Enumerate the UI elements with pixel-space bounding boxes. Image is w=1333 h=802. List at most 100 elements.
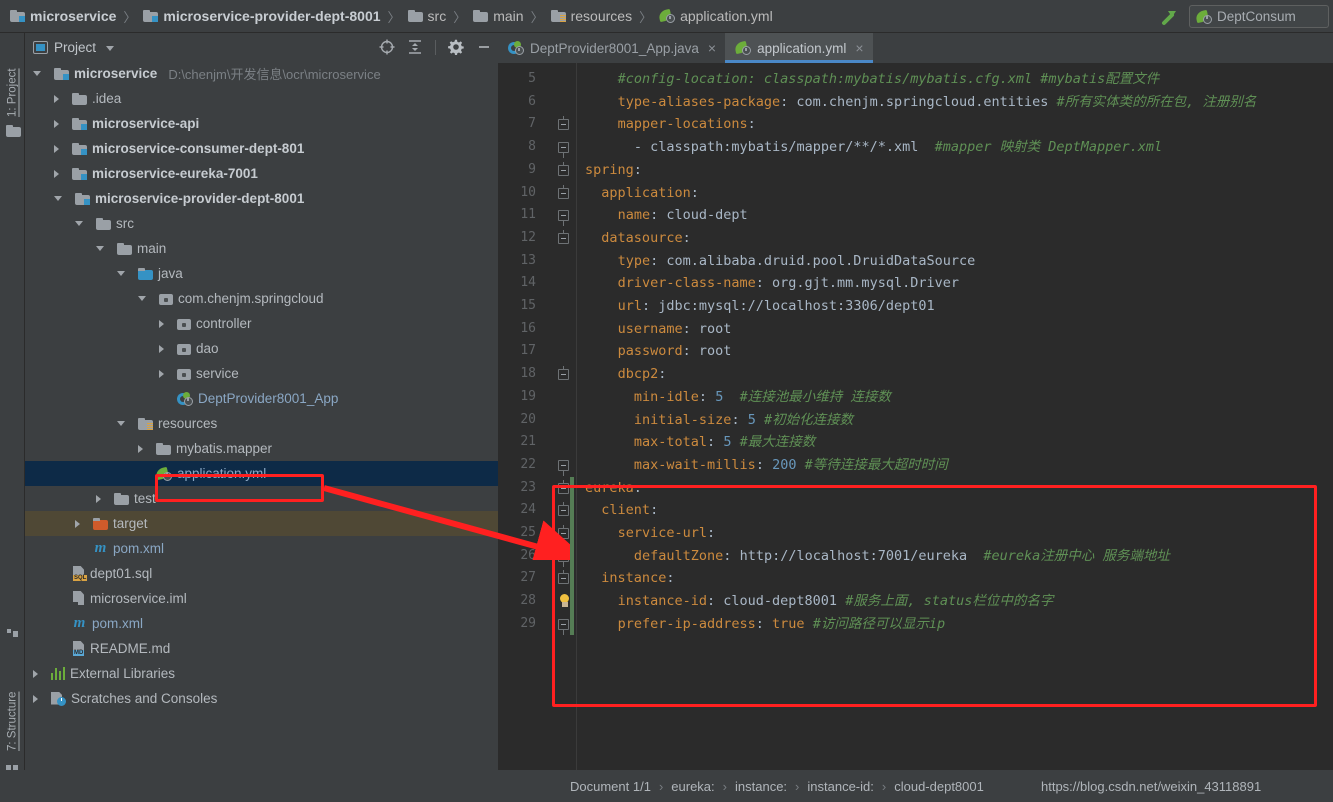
code-line[interactable]: 8 - classpath:mybatis/mapper/**/*.xml #ma…	[498, 136, 1333, 159]
tree-item-scratches-and-consoles[interactable]: Scratches and Consoles	[25, 686, 498, 711]
project-tree[interactable]: microservice D:\chenjm\开发信息\ocr\microserv…	[25, 61, 498, 770]
code-line[interactable]: 21 max-total: 5 #最大连接数	[498, 431, 1333, 454]
changed-lines-marker[interactable]	[570, 567, 574, 591]
code-fold-toggle-icon[interactable]	[558, 502, 569, 517]
tree-item-microservice-iml[interactable]: microservice.iml	[25, 586, 498, 611]
tree-item-test[interactable]: test	[25, 486, 498, 511]
code-fold-toggle-icon[interactable]	[558, 570, 569, 585]
collapse-arrow-icon[interactable]	[117, 421, 125, 426]
status-breadcrumb-item[interactable]: instance-id:	[807, 779, 873, 794]
code-line[interactable]: 15 url: jdbc:mysql://localhost:3306/dept0…	[498, 295, 1333, 318]
tree-item-target[interactable]: target	[25, 511, 498, 536]
changed-lines-marker[interactable]	[570, 476, 574, 500]
tree-item-controller[interactable]: controller	[25, 311, 498, 336]
code-fold-toggle-icon[interactable]	[558, 184, 569, 199]
tree-item-main[interactable]: main	[25, 236, 498, 261]
close-icon[interactable]: ×	[708, 40, 716, 56]
code-line[interactable]: 27 instance:	[498, 567, 1333, 591]
status-breadcrumb-item[interactable]: Document 1/1	[570, 779, 651, 794]
code-line[interactable]: 7 mapper-locations:	[498, 113, 1333, 136]
code-fold-toggle-icon[interactable]	[558, 525, 569, 539]
expand-arrow-icon[interactable]	[75, 519, 80, 528]
code-editor[interactable]: 5 #config-location: classpath:mybatis/myb…	[498, 63, 1333, 770]
code-line[interactable]: 19 min-idle: 5 #连接池最小维持 连接数	[498, 386, 1333, 409]
tool-button-project[interactable]: 1: Project	[0, 43, 25, 117]
code-line[interactable]: 5 #config-location: classpath:mybatis/myb…	[498, 68, 1333, 91]
code-line[interactable]: 9 spring:	[498, 159, 1333, 182]
status-bar-breadcrumb[interactable]: Document 1/1 › eureka: › instance: › instance-…	[570, 770, 984, 802]
breadcrumb-item-microservice[interactable]: microservice	[8, 8, 118, 24]
close-icon[interactable]: ×	[855, 40, 863, 56]
expand-arrow-icon[interactable]	[96, 494, 101, 503]
code-fold-toggle-icon[interactable]	[558, 550, 569, 567]
expand-arrow-icon[interactable]	[159, 319, 164, 328]
code-fold-toggle-icon[interactable]	[558, 142, 569, 159]
code-fold-toggle-icon[interactable]	[558, 116, 569, 131]
collapse-arrow-icon[interactable]	[117, 271, 125, 276]
expand-arrow-icon[interactable]	[138, 444, 143, 453]
code-line[interactable]: 6 type-aliases-package: com.chenjm.spring…	[498, 91, 1333, 114]
tree-item-readme-md[interactable]: MD README.md	[25, 636, 498, 661]
code-fold-toggle-icon[interactable]	[558, 161, 569, 176]
tree-item-deptprovider8001-app[interactable]: DeptProvider8001_App	[25, 386, 498, 411]
expand-arrow-icon[interactable]	[54, 94, 59, 103]
breadcrumb-item-microservice-provider-dept-8001[interactable]: microservice-provider-dept-8001	[141, 8, 382, 24]
code-line[interactable]: 28 instance-id: cloud-dept8001 #服务上面, sta…	[498, 590, 1333, 613]
code-line[interactable]: 24 client:	[498, 499, 1333, 522]
minimize-icon[interactable]	[476, 39, 492, 55]
tree-item-com-chenjm-springcloud[interactable]: com.chenjm.springcloud	[25, 286, 498, 311]
collapse-arrow-icon[interactable]	[75, 221, 83, 226]
expand-arrow-icon[interactable]	[159, 344, 164, 353]
tree-item-resources[interactable]: resources	[25, 411, 498, 436]
settings-gear-icon[interactable]	[448, 39, 464, 56]
breadcrumb-item-resources[interactable]: resources	[549, 8, 634, 24]
tree-item-java[interactable]: java	[25, 261, 498, 286]
code-line[interactable]: 17 password: root	[498, 340, 1333, 363]
tree-item-external-libraries[interactable]: External Libraries	[25, 661, 498, 686]
changed-lines-marker[interactable]	[570, 544, 574, 568]
breadcrumb-item-src[interactable]: src	[406, 8, 449, 24]
code-line[interactable]: 29 prefer-ip-address: true #访问路径可以显示ip	[498, 612, 1333, 636]
changed-lines-marker[interactable]	[570, 612, 574, 636]
code-line[interactable]: 12 datasource:	[498, 227, 1333, 250]
tree-item-microservice-consumer-dept-801[interactable]: microservice-consumer-dept-801	[25, 136, 498, 161]
code-fold-toggle-icon[interactable]	[558, 229, 569, 244]
expand-arrow-icon[interactable]	[33, 669, 38, 678]
tree-item-application-yml[interactable]: application.yml	[25, 461, 498, 486]
code-line[interactable]: 23 eureka:	[498, 476, 1333, 500]
code-line[interactable]: 11 name: cloud-dept	[498, 204, 1333, 227]
tree-item-mybatis-mapper[interactable]: mybatis.mapper	[25, 436, 498, 461]
editor-tab-deptprovider8001-app-java[interactable]: DeptProvider8001_App.java ×	[498, 33, 725, 63]
intention-bulb-icon[interactable]	[558, 594, 571, 609]
tree-item-microservice-provider-dept-8001[interactable]: microservice-provider-dept-8001	[25, 186, 498, 211]
code-fold-toggle-icon[interactable]	[558, 210, 569, 227]
collapse-arrow-icon[interactable]	[138, 296, 146, 301]
code-fold-toggle-icon[interactable]	[558, 459, 569, 476]
status-breadcrumb-item[interactable]: cloud-dept8001	[894, 779, 984, 794]
breadcrumb-item-application-yml[interactable]: application.yml	[657, 8, 775, 24]
expand-arrow-icon[interactable]	[33, 694, 38, 703]
code-line[interactable]: 20 initial-size: 5 #初始化连接数	[498, 409, 1333, 432]
tree-item-pom-xml[interactable]: m pom.xml	[25, 536, 498, 561]
changed-lines-marker[interactable]	[570, 499, 574, 522]
tree-item-dept01-sql[interactable]: SQL dept01.sql	[25, 561, 498, 586]
tree-item-microservice-api[interactable]: microservice-api	[25, 111, 498, 136]
collapse-arrow-icon[interactable]	[54, 196, 62, 201]
status-breadcrumb-item[interactable]: eureka:	[671, 779, 714, 794]
expand-arrow-icon[interactable]	[159, 369, 164, 378]
tree-item-microservice-eureka-7001[interactable]: microservice-eureka-7001	[25, 161, 498, 186]
code-line[interactable]: 13 type: com.alibaba.druid.pool.DruidData…	[498, 250, 1333, 273]
expand-arrow-icon[interactable]	[54, 169, 59, 178]
code-line[interactable]: 22 max-wait-millis: 200 #等待连接最大超时时间	[498, 454, 1333, 477]
collapse-all-icon[interactable]	[407, 39, 423, 55]
tree-item-microservice[interactable]: microservice D:\chenjm\开发信息\ocr\microserv…	[25, 61, 498, 86]
tree-item-service[interactable]: service	[25, 361, 498, 386]
collapse-arrow-icon[interactable]	[96, 246, 104, 251]
tree-item-dao[interactable]: dao	[25, 336, 498, 361]
locate-target-icon[interactable]	[379, 39, 395, 55]
tree-item-pom-xml[interactable]: m pom.xml	[25, 611, 498, 636]
run-configuration-selector[interactable]: DeptConsum	[1189, 5, 1329, 28]
breadcrumb-item-main[interactable]: main	[471, 8, 525, 24]
code-fold-toggle-icon[interactable]	[558, 618, 569, 635]
code-line[interactable]: 26 defaultZone: http://localhost:7001/eur…	[498, 544, 1333, 568]
